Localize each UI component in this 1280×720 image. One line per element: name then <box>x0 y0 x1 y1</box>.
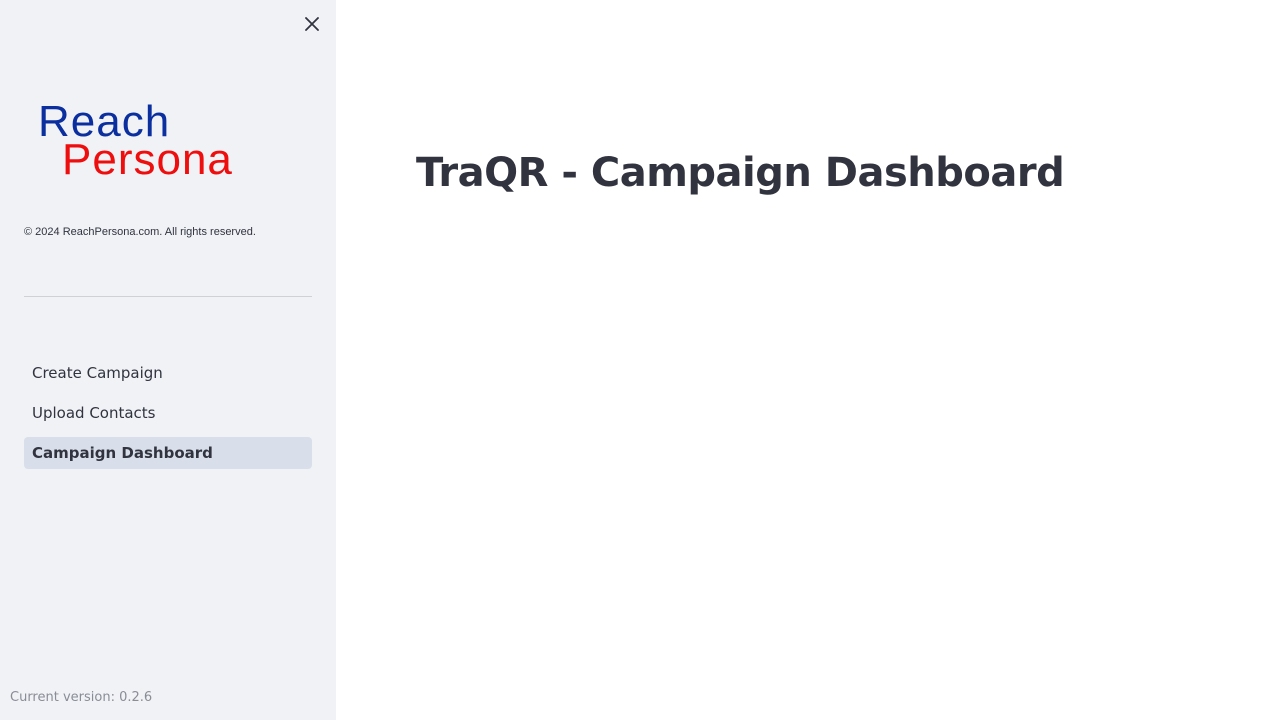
logo-persona-text: Persona <box>62 135 233 184</box>
copyright-text: © 2024 ReachPersona.com. All rights rese… <box>24 226 256 238</box>
nav-item-label: Upload Contacts <box>32 404 156 422</box>
nav-item-upload-contacts[interactable]: Upload Contacts <box>24 397 312 429</box>
reachpersona-logo: Reach Persona <box>38 100 300 184</box>
nav-item-label: Create Campaign <box>32 364 163 382</box>
sidebar-divider <box>24 296 312 297</box>
main-content: TraQR - Campaign Dashboard <box>336 0 1280 720</box>
page-title: TraQR - Campaign Dashboard <box>416 150 1065 196</box>
version-text: Current version: 0.2.6 <box>10 690 153 705</box>
close-icon <box>305 17 319 31</box>
nav-item-campaign-dashboard[interactable]: Campaign Dashboard <box>24 437 312 469</box>
app-root: Reach Persona © 2024 ReachPersona.com. A… <box>0 0 1280 720</box>
sidebar: Reach Persona © 2024 ReachPersona.com. A… <box>0 0 336 720</box>
nav-item-create-campaign[interactable]: Create Campaign <box>24 357 312 389</box>
close-sidebar-button[interactable] <box>300 12 324 36</box>
nav-item-label: Campaign Dashboard <box>32 444 213 462</box>
sidebar-nav: Create Campaign Upload Contacts Campaign… <box>24 357 312 477</box>
